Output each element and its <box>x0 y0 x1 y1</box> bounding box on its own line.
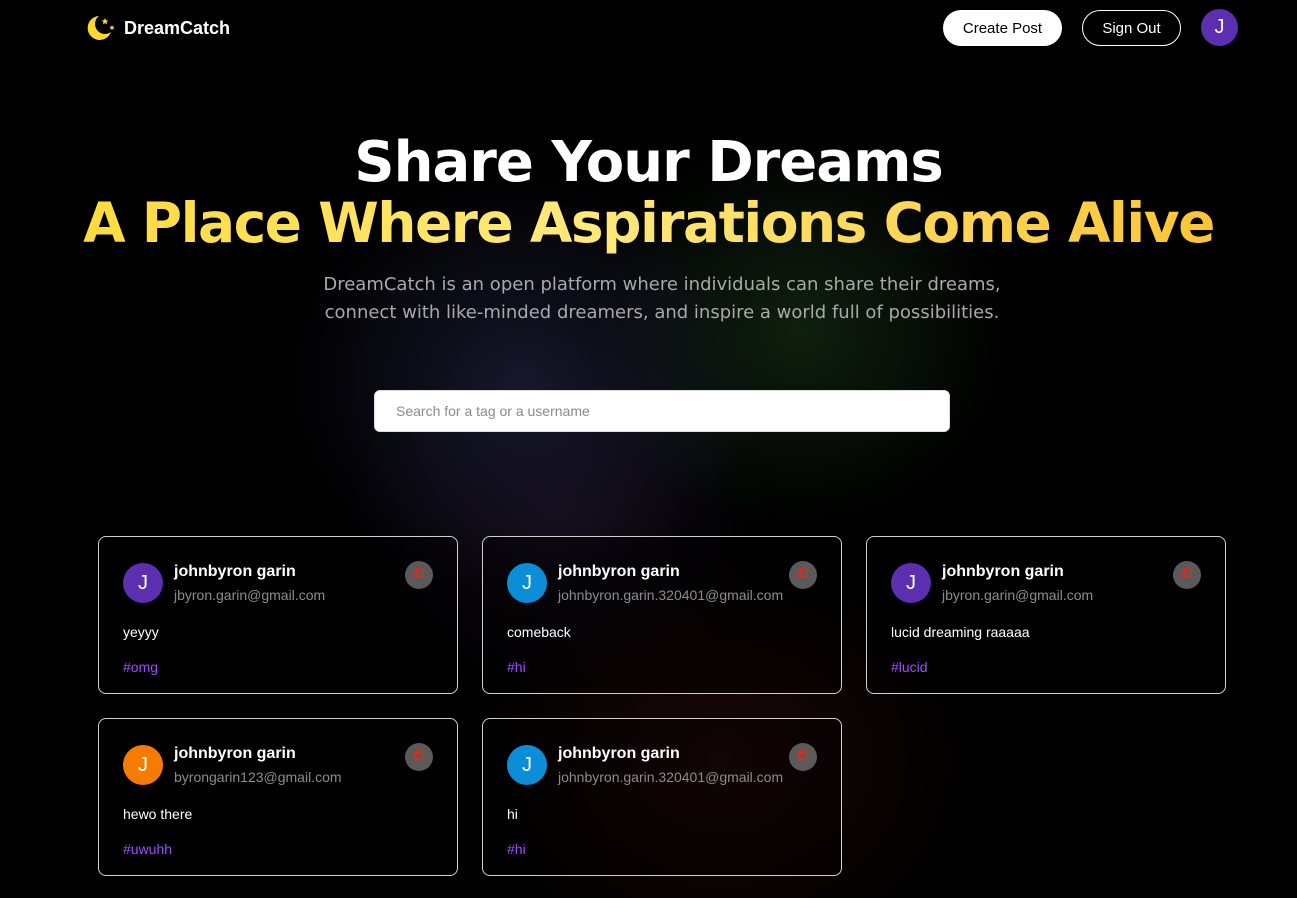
post-text: hi <box>507 806 518 822</box>
copy-icon <box>797 748 809 766</box>
post-avatar[interactable]: J <box>507 745 547 785</box>
copy-icon <box>797 566 809 584</box>
post-tag[interactable]: #hi <box>507 841 526 857</box>
copy-button[interactable] <box>789 561 817 589</box>
copy-button[interactable] <box>789 743 817 771</box>
post-text: lucid dreaming raaaaa <box>891 624 1030 640</box>
copy-button[interactable] <box>405 743 433 771</box>
copy-icon <box>413 566 425 584</box>
hero-title: Share Your Dreams <box>354 130 944 195</box>
hero-description-line1: DreamCatch is an open platform where ind… <box>323 274 1001 295</box>
post-author-name[interactable]: johnbyron garin <box>558 563 680 581</box>
post-tag[interactable]: #uwuhh <box>123 841 172 857</box>
post-card[interactable]: J johnbyron garin johnbyron.garin.320401… <box>482 718 842 876</box>
page: DreamCatch Create Post Sign Out J Share … <box>0 0 1297 898</box>
post-avatar[interactable]: J <box>123 745 163 785</box>
post-tag[interactable]: #hi <box>507 659 526 675</box>
post-card[interactable]: J johnbyron garin jbyron.garin@gmail.com… <box>866 536 1226 694</box>
post-author-email: johnbyron.garin.320401@gmail.com <box>558 769 784 785</box>
post-avatar[interactable]: J <box>891 563 931 603</box>
post-text: hewo there <box>123 806 193 822</box>
post-author-email: byrongarin123@gmail.com <box>174 769 342 785</box>
post-author-name[interactable]: johnbyron garin <box>174 563 296 581</box>
post-card[interactable]: J johnbyron garin jbyron.garin@gmail.com… <box>98 536 458 694</box>
post-text: comeback <box>507 624 571 640</box>
hero-subtitle: A Place Where Aspirations Come Alive <box>0 192 1297 254</box>
brand-name: DreamCatch <box>124 17 231 38</box>
create-post-button[interactable]: Create Post <box>943 10 1062 46</box>
user-avatar[interactable]: J <box>1201 9 1238 46</box>
copy-button[interactable] <box>1173 561 1201 589</box>
hero-description-line2: connect with like-minded dreamers, and i… <box>324 302 1000 323</box>
post-avatar[interactable]: J <box>123 563 163 603</box>
post-author-email: jbyron.garin@gmail.com <box>174 587 326 603</box>
post-tag[interactable]: #lucid <box>891 659 928 675</box>
post-text: yeyyy <box>123 624 159 640</box>
copy-icon <box>413 748 425 766</box>
brand-logo[interactable]: DreamCatch <box>85 14 230 42</box>
post-author-name[interactable]: johnbyron garin <box>558 745 680 763</box>
post-card[interactable]: J johnbyron garin byrongarin123@gmail.co… <box>98 718 458 876</box>
sign-out-button[interactable]: Sign Out <box>1082 10 1181 46</box>
post-author-name[interactable]: johnbyron garin <box>942 563 1064 581</box>
post-author-email: jbyron.garin@gmail.com <box>942 587 1094 603</box>
post-avatar[interactable]: J <box>507 563 547 603</box>
copy-button[interactable] <box>405 561 433 589</box>
search-input[interactable] <box>374 390 950 432</box>
post-author-name[interactable]: johnbyron garin <box>174 745 296 763</box>
post-author-email: johnbyron.garin.320401@gmail.com <box>558 587 784 603</box>
copy-icon <box>1181 566 1193 584</box>
hero-description: DreamCatch is an open platform where ind… <box>320 271 1004 327</box>
top-nav: DreamCatch Create Post Sign Out J <box>0 0 1297 56</box>
post-tag[interactable]: #omg <box>123 659 158 675</box>
post-card[interactable]: J johnbyron garin johnbyron.garin.320401… <box>482 536 842 694</box>
moon-stars-icon <box>85 14 118 42</box>
